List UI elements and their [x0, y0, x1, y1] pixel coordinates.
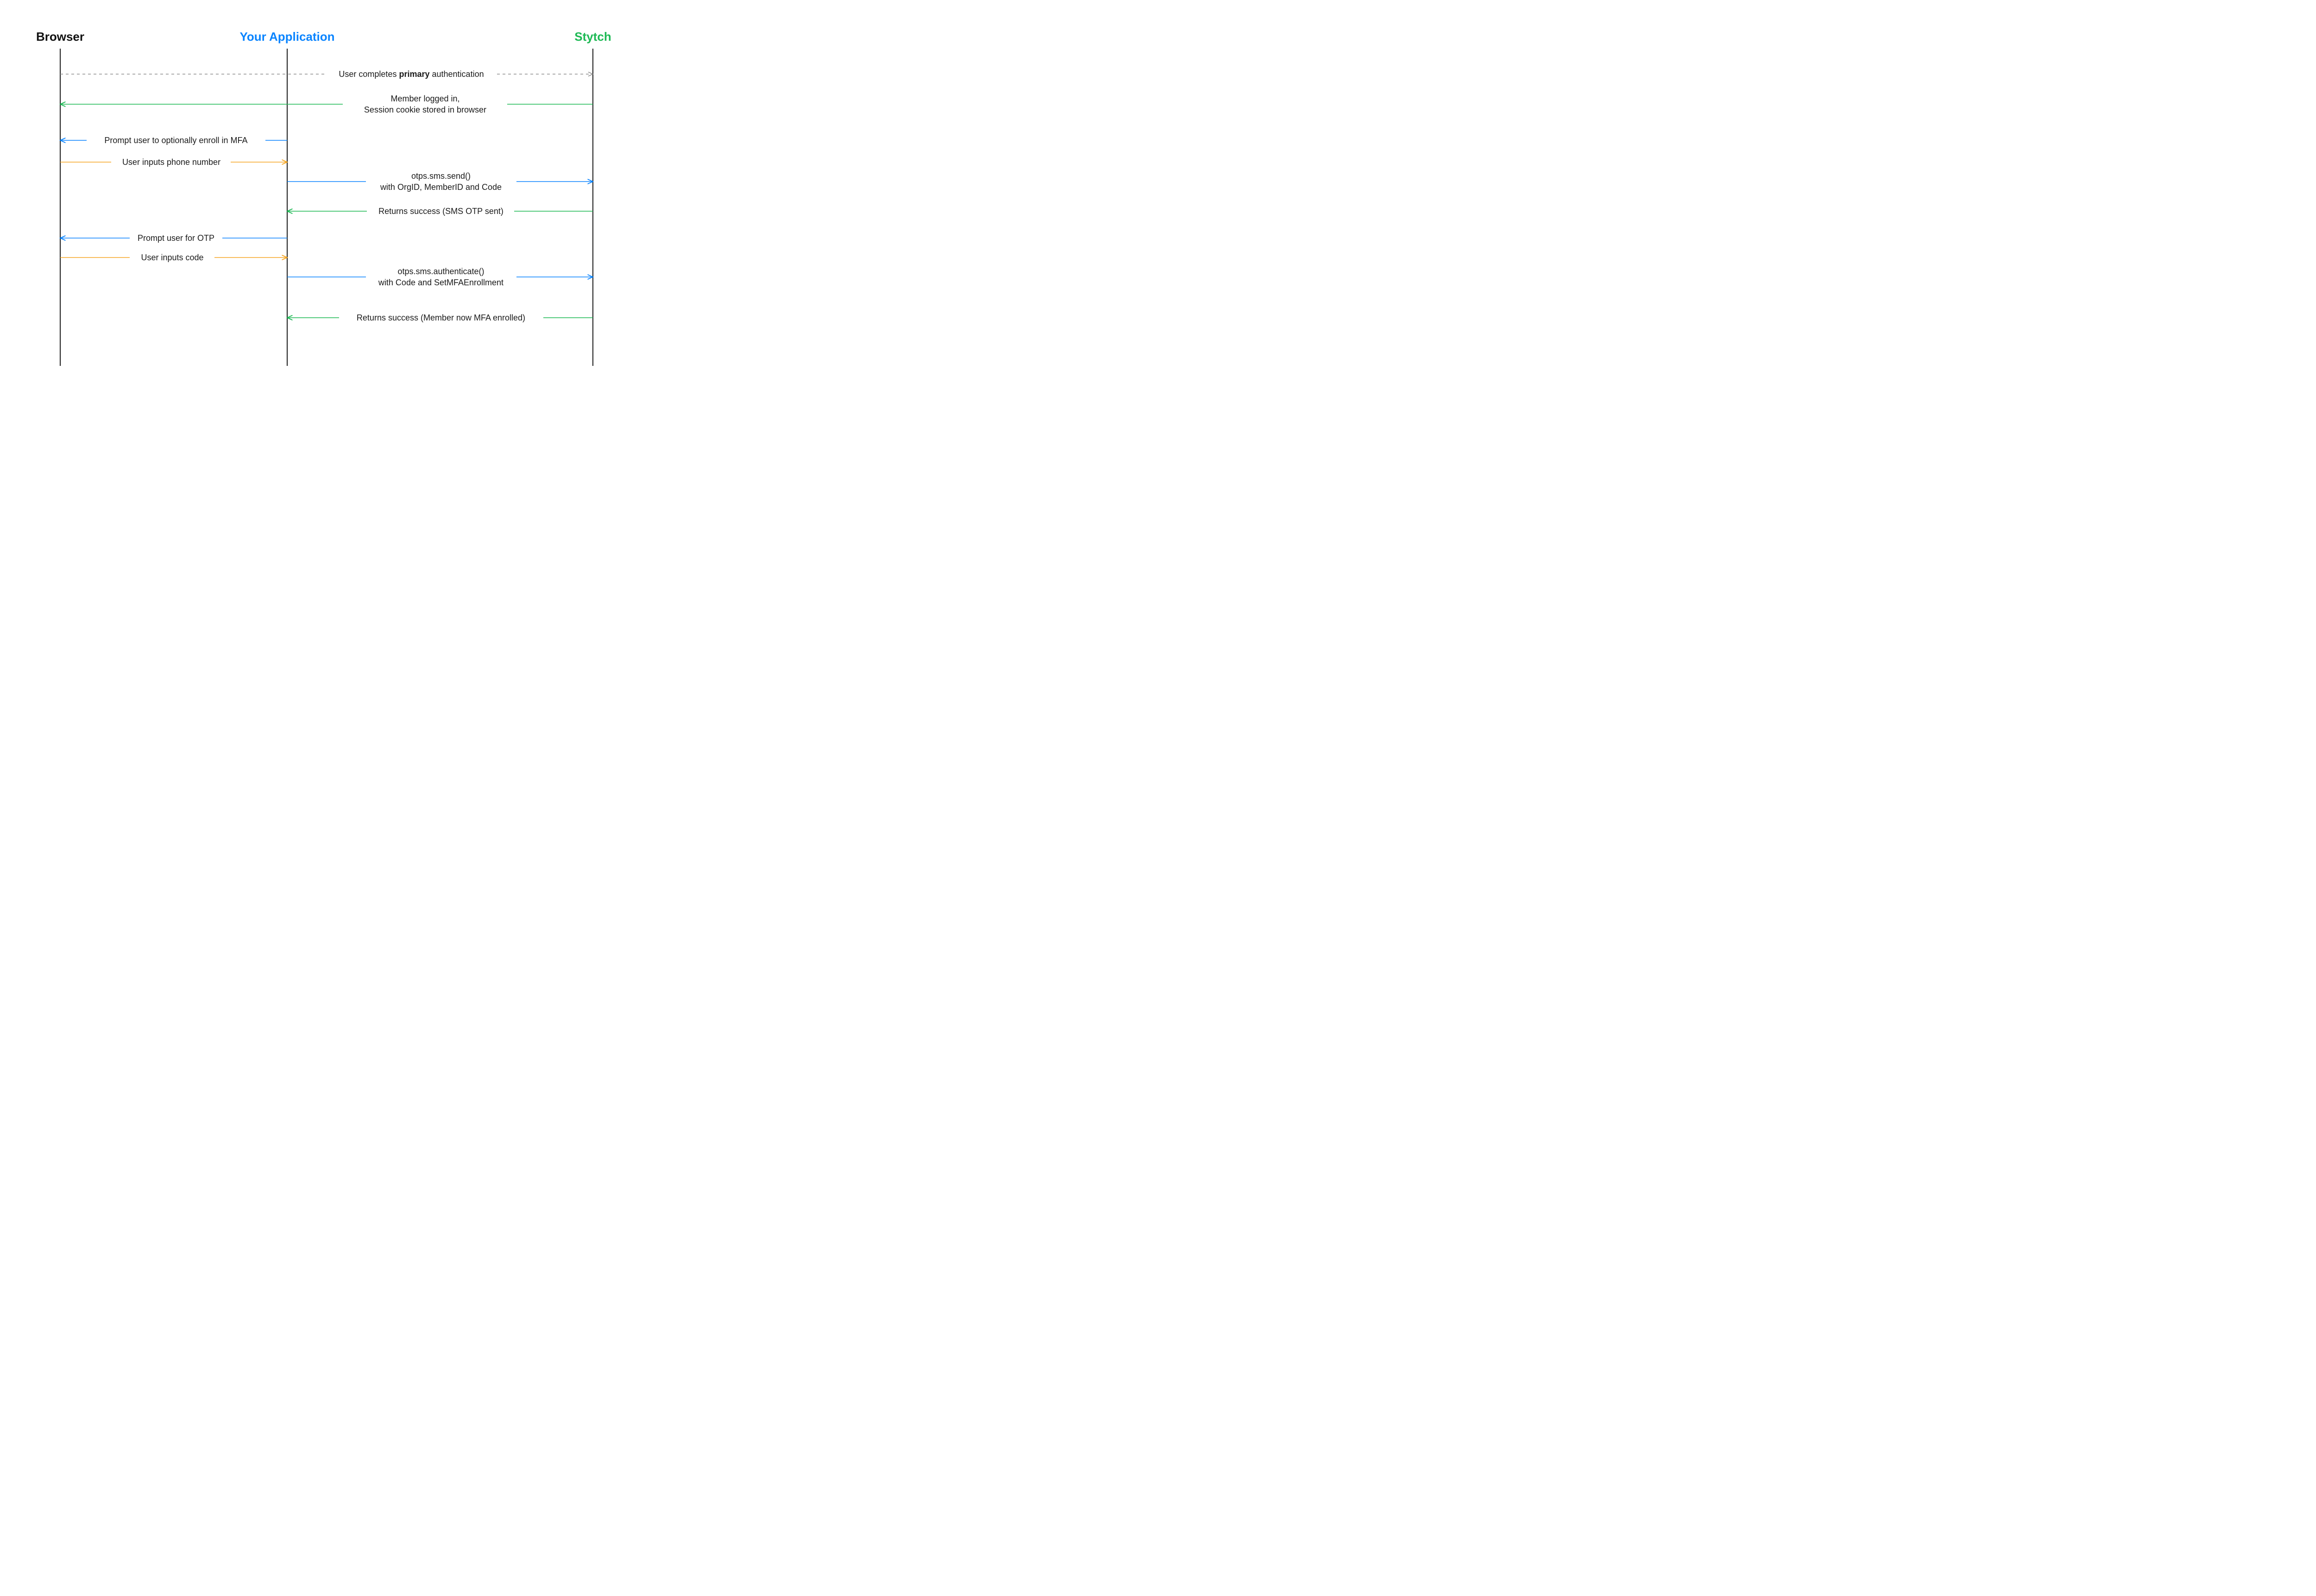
msg-otps-sms-authenticate-line2: with Code and SetMFAEnrollment	[378, 278, 503, 287]
actor-app: Your Application	[239, 30, 334, 44]
msg-returns-mfa-enrolled: Returns success (Member now MFA enrolled…	[287, 313, 593, 322]
msg-user-inputs-code-text: User inputs code	[141, 253, 203, 262]
msg-returns-sms-sent-text: Returns success (SMS OTP sent)	[378, 207, 503, 216]
msg-primary-auth-text-a: User completes	[339, 69, 399, 79]
msg-otps-sms-send-line1: otps.sms.send()	[411, 171, 471, 181]
svg-text:User completes primary authent: User completes primary authentication	[339, 69, 484, 79]
msg-member-logged-in: Member logged in, Session cookie stored …	[60, 94, 593, 114]
actor-stytch: Stytch	[574, 30, 611, 44]
msg-returns-mfa-enrolled-text: Returns success (Member now MFA enrolled…	[357, 313, 525, 322]
msg-otps-sms-authenticate: otps.sms.authenticate() with Code and Se…	[287, 267, 593, 287]
msg-otps-sms-send: otps.sms.send() with OrgID, MemberID and…	[287, 171, 593, 192]
msg-primary-auth-text-b: primary	[399, 69, 429, 79]
msg-member-logged-in-line1: Member logged in,	[390, 94, 459, 103]
msg-primary-auth-text-c: authentication	[430, 69, 484, 79]
msg-otps-sms-send-line2: with OrgID, MemberID and Code	[380, 182, 502, 192]
msg-prompt-user-otp: Prompt user for OTP	[60, 233, 287, 243]
sequence-diagram: Browser Your Application Stytch User com…	[0, 0, 652, 399]
msg-user-inputs-phone: User inputs phone number	[60, 157, 287, 167]
msg-member-logged-in-line2: Session cookie stored in browser	[364, 105, 486, 114]
msg-otps-sms-authenticate-line1: otps.sms.authenticate()	[397, 267, 484, 276]
msg-user-inputs-code: User inputs code	[60, 253, 287, 262]
msg-prompt-enroll-mfa: Prompt user to optionally enroll in MFA	[60, 136, 287, 145]
msg-user-inputs-phone-text: User inputs phone number	[122, 157, 220, 167]
actor-browser: Browser	[36, 30, 84, 44]
msg-returns-sms-sent: Returns success (SMS OTP sent)	[287, 207, 593, 216]
msg-primary-auth: User completes primary authentication	[60, 69, 593, 79]
msg-prompt-user-otp-text: Prompt user for OTP	[138, 233, 214, 243]
msg-prompt-enroll-mfa-text: Prompt user to optionally enroll in MFA	[104, 136, 247, 145]
